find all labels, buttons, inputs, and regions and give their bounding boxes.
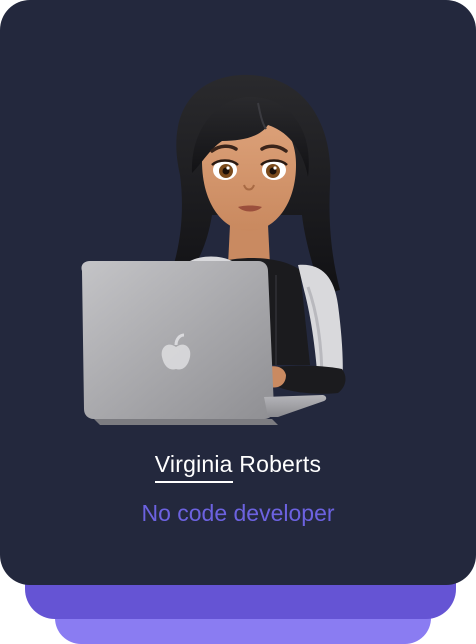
- profile-card-stack: Virginia Roberts No code developer: [0, 0, 476, 644]
- woman-technologist-icon: [81, 74, 346, 425]
- user-last-name: Roberts: [239, 451, 322, 477]
- profile-card[interactable]: Virginia Roberts No code developer: [0, 0, 476, 585]
- user-first-name[interactable]: Virginia: [154, 451, 233, 483]
- user-role: No code developer: [141, 500, 335, 526]
- user-name: Virginia Roberts: [0, 451, 476, 483]
